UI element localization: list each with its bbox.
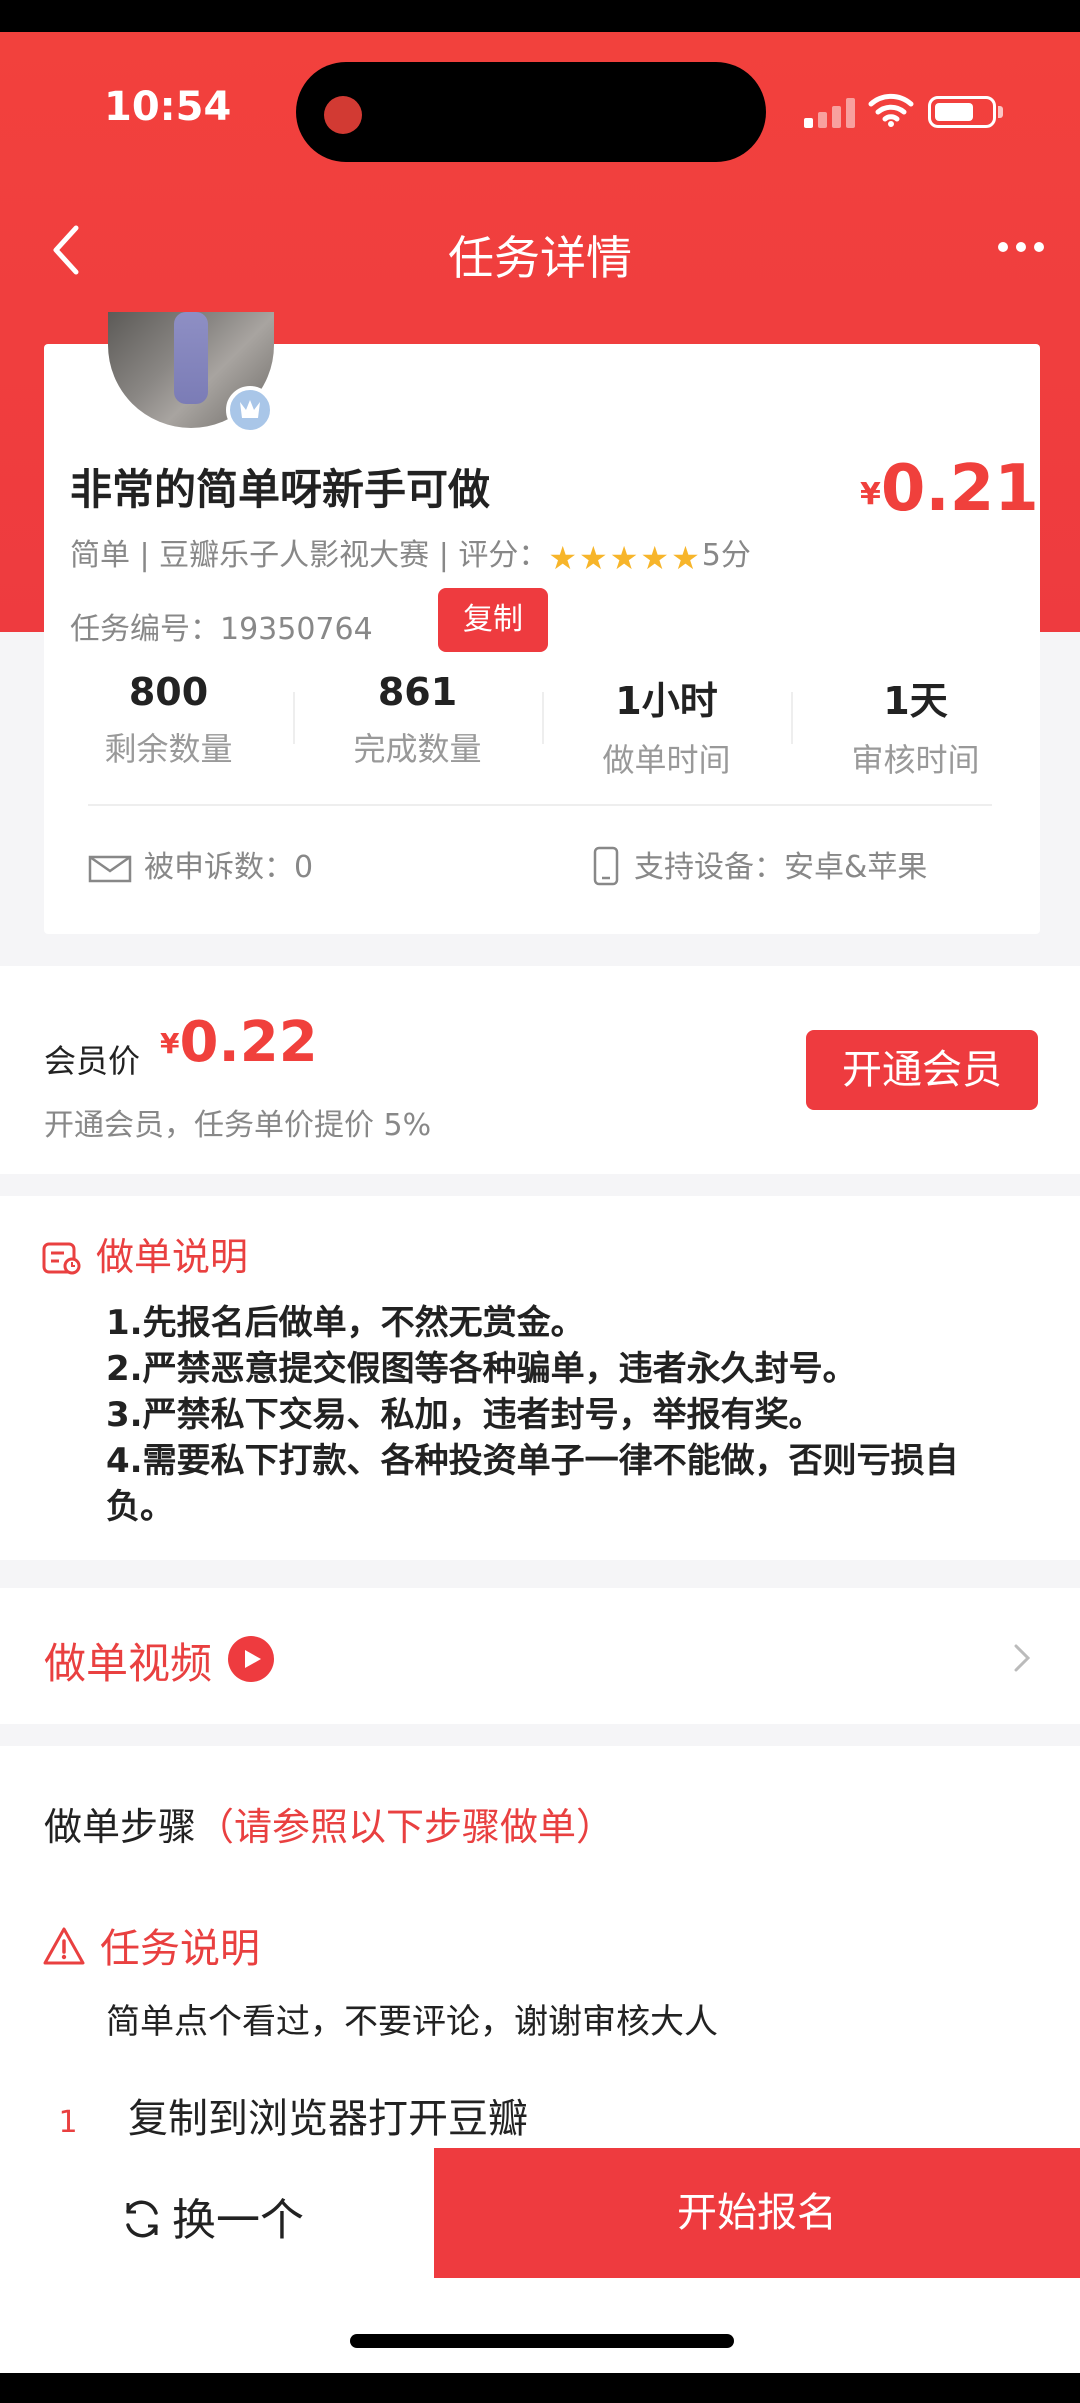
star-icon: ★ [640,539,670,577]
recording-dot-icon [324,96,362,134]
task-description-title: 任务说明 [100,1926,260,1972]
swap-task-button[interactable]: 换一个 [120,2184,304,2248]
home-bar-area [0,2278,1080,2373]
task-stats: 800 剩余数量 861 完成数量 1小时 做单时间 1天 审核时间 [44,670,1040,780]
task-id-value: 19350764 [220,612,373,647]
envelope-icon [88,855,132,883]
stat-value: 1小时 [615,679,718,723]
steps-title: 做单步骤（请参照以下步骤做单） [44,1796,614,1851]
step-text: 复制到浏览器打开豆瓣 [128,2096,528,2142]
stat-label: 审核时间 [851,741,980,779]
member-price: ¥0.22 [160,1010,318,1075]
task-description: 简单点个看过，不要评论，谢谢审核大人 [106,2002,718,2042]
price-currency: ¥ [860,477,881,512]
stat-value: 861 [377,670,458,714]
stat-value: 800 [128,670,209,714]
start-signup-button[interactable]: 开始报名 [434,2148,1080,2278]
instructions-list: 1.先报名后做单，不然无赏金。 2.严禁恶意提交假图等各种骗单，违者永久封号。 … [106,1300,1006,1530]
star-icon: ★ [609,539,639,577]
star-icon: ★ [579,539,608,577]
stat-completed: 861 完成数量 [293,670,542,770]
battery-tip [998,106,1003,118]
rating-text: 5分 [701,538,751,573]
devices-text: 支持设备：安卓&苹果 [634,850,928,885]
stat-label: 剩余数量 [104,730,233,768]
top-edge [0,0,1080,32]
refresh-icon [126,2200,158,2238]
complaint-text: 被申诉数：0 [144,850,314,885]
bottom-edge [0,2373,1080,2403]
stat-remaining: 800 剩余数量 [44,670,293,770]
task-id-label: 任务编号： [70,612,220,647]
battery-icon [928,96,996,128]
task-title: 非常的简单呀新手可做 [70,465,491,514]
steps-title-text: 做单步骤 [44,1805,197,1849]
price-value: 0.21 [880,452,1039,526]
warning-icon [43,1927,85,1965]
video-label: 做单视频 [44,1639,213,1688]
tutorial-video-row[interactable]: 做单视频 [0,1588,1080,1724]
play-icon [228,1636,274,1682]
home-indicator[interactable] [350,2334,734,2348]
more-options-icon[interactable] [998,242,1048,258]
instructions-header: 做单说明 [42,1226,248,1281]
step-number: 1 [58,2105,78,2140]
chevron-right-icon [1014,1644,1031,1672]
step-item: 1 复制到浏览器打开豆瓣 [38,2086,528,2153]
instructions-title: 做单说明 [96,1235,249,1279]
phone-icon [593,846,619,886]
task-id: 任务编号：19350764 [70,604,373,648]
document-icon [42,1242,81,1275]
instruction-item: 3.严禁私下交易、私加，违者封号，举报有奖。 [106,1395,823,1435]
dynamic-island [296,62,766,162]
stat-review-time: 1天 审核时间 [791,670,1040,781]
divider [88,804,992,806]
task-meta-text: 简单 | 豆瓣乐子人影视大赛 | 评分： [70,538,549,573]
star-icon: ★ [671,539,700,577]
stat-label: 完成数量 [353,730,482,768]
member-price-value: 0.22 [179,1010,318,1075]
task-price: ¥0.21 [860,452,1039,526]
stat-work-time: 1小时 做单时间 [542,670,791,781]
bottom-action-bar: 换一个 开始报名 [0,2148,1080,2278]
open-membership-button[interactable]: 开通会员 [806,1030,1038,1110]
task-description-header: 任务说明 [42,1916,260,1974]
member-description: 开通会员，任务单价提价 5% [44,1108,432,1143]
star-icon: ★ [548,539,578,577]
instruction-item: 4.需要私下打款、各种投资单子一律不能做，否则亏损自负。 [106,1441,959,1527]
status-time: 10:54 [104,84,232,130]
instructions-section: 做单说明 1.先报名后做单，不然无赏金。 2.严禁恶意提交假图等各种骗单，违者永… [0,1196,1080,1560]
rating-stars: ★★★★★ [548,539,701,577]
instruction-item: 1.先报名后做单，不然无赏金。 [106,1303,585,1343]
copy-button[interactable]: 复制 [438,588,548,652]
member-price-currency: ¥ [160,1027,180,1060]
stat-value: 1天 [883,679,948,723]
signal-icon [804,96,856,128]
complaint-count: 被申诉数：0 [86,842,313,887]
verified-badge-icon [226,386,274,434]
member-section: 会员价 ¥0.22 开通会员，任务单价提价 5% 开通会员 [0,966,1080,1174]
supported-devices: 支持设备：安卓&苹果 [592,842,927,887]
steps-hint: （请参照以下步骤做单） [196,1805,615,1849]
swap-label: 换一个 [172,2195,304,2246]
stat-label: 做单时间 [602,741,731,779]
wifi-icon [868,93,914,127]
instruction-item: 2.严禁恶意提交假图等各种骗单，违者永久封号。 [106,1349,857,1389]
member-price-label: 会员价 [44,1042,141,1080]
task-meta: 简单 | 豆瓣乐子人影视大赛 | 评分：★★★★★5分 [70,530,751,577]
page-title: 任务详情 [448,231,632,285]
